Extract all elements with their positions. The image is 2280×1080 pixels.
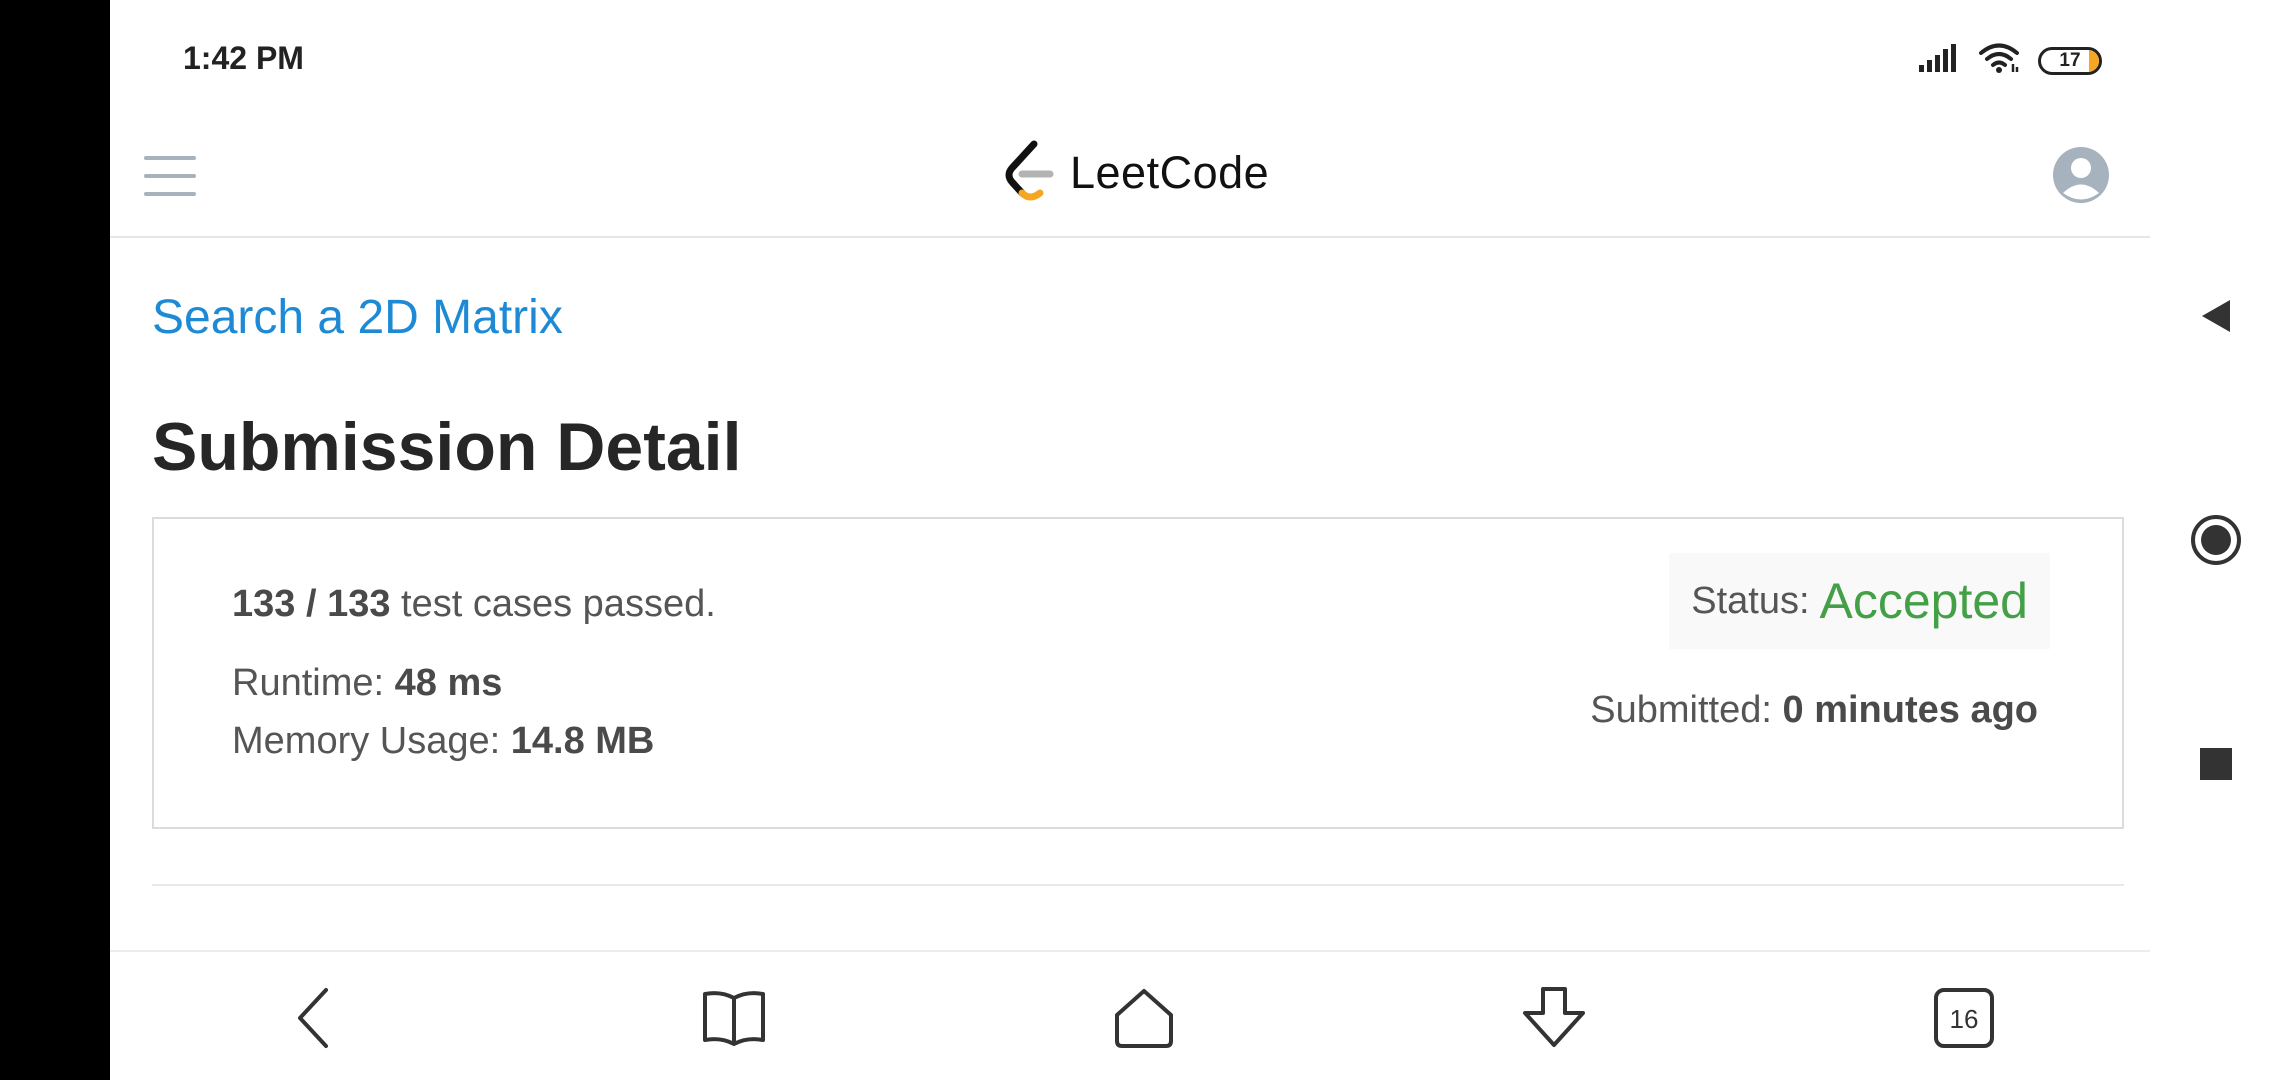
signal-icon	[1918, 43, 1960, 78]
runtime-value: 48 ms	[394, 662, 503, 704]
submitted-label: Submitted:	[1590, 689, 1783, 731]
page-title: Submission Detail	[152, 409, 742, 485]
avatar-icon[interactable]	[2052, 146, 2110, 204]
test-cases-text: test cases passed.	[390, 583, 716, 625]
memory-value: 14.8 MB	[510, 720, 655, 762]
home-circle-icon[interactable]	[2190, 514, 2242, 566]
leetcode-logo-icon	[1000, 138, 1056, 209]
tab-count: 16	[1950, 1004, 1979, 1034]
battery-icon: 17	[2038, 46, 2102, 75]
logo-text: LeetCode	[1070, 147, 1270, 198]
memory-line: Memory Usage: 14.8 MB	[232, 720, 654, 763]
status-label: Status:	[1691, 579, 1810, 622]
app-header: LeetCode	[110, 116, 2150, 238]
back-icon[interactable]	[276, 980, 352, 1056]
status-badge: Accepted	[1819, 573, 2028, 629]
hamburger-icon[interactable]	[144, 156, 196, 196]
home-icon[interactable]	[1106, 980, 1182, 1056]
browser-bottom-nav: 16	[110, 950, 2150, 1080]
back-triangle-icon[interactable]	[2190, 290, 2242, 342]
leetcode-logo[interactable]: LeetCode	[1000, 138, 1269, 208]
left-bezel	[0, 0, 110, 1080]
test-cases-summary: 133 / 133 test cases passed.	[232, 583, 716, 626]
status-icons: 17	[1918, 42, 2102, 79]
system-nav-bar	[2150, 0, 2280, 1080]
status-time: 1:42 PM	[183, 40, 304, 76]
download-icon[interactable]	[1516, 980, 1592, 1056]
bookmarks-icon[interactable]	[696, 980, 772, 1056]
recents-square-icon[interactable]	[2190, 738, 2242, 790]
content-divider	[152, 884, 2124, 886]
status-bar: 1:42 PM 17	[110, 0, 2150, 116]
memory-label: Memory Usage:	[232, 720, 511, 762]
status-box: Status: Accepted	[1669, 553, 2050, 649]
submitted-value: 0 minutes ago	[1782, 689, 2039, 731]
runtime-label: Runtime:	[232, 662, 395, 704]
tabs-icon[interactable]: 16	[1926, 980, 2002, 1056]
problem-title-link[interactable]: Search a 2D Matrix	[152, 290, 563, 345]
test-cases-count: 133 / 133	[232, 583, 391, 625]
wifi-icon	[1978, 42, 2020, 79]
browser-screen: 1:42 PM 17 LeetCode Search a 2D Matrix S…	[110, 0, 2150, 1080]
submission-result-card: 133 / 133 test cases passed. Runtime: 48…	[152, 517, 2124, 829]
runtime-line: Runtime: 48 ms	[232, 662, 502, 705]
battery-level: 17	[2059, 49, 2081, 71]
submitted-line: Submitted: 0 minutes ago	[1590, 689, 2038, 732]
